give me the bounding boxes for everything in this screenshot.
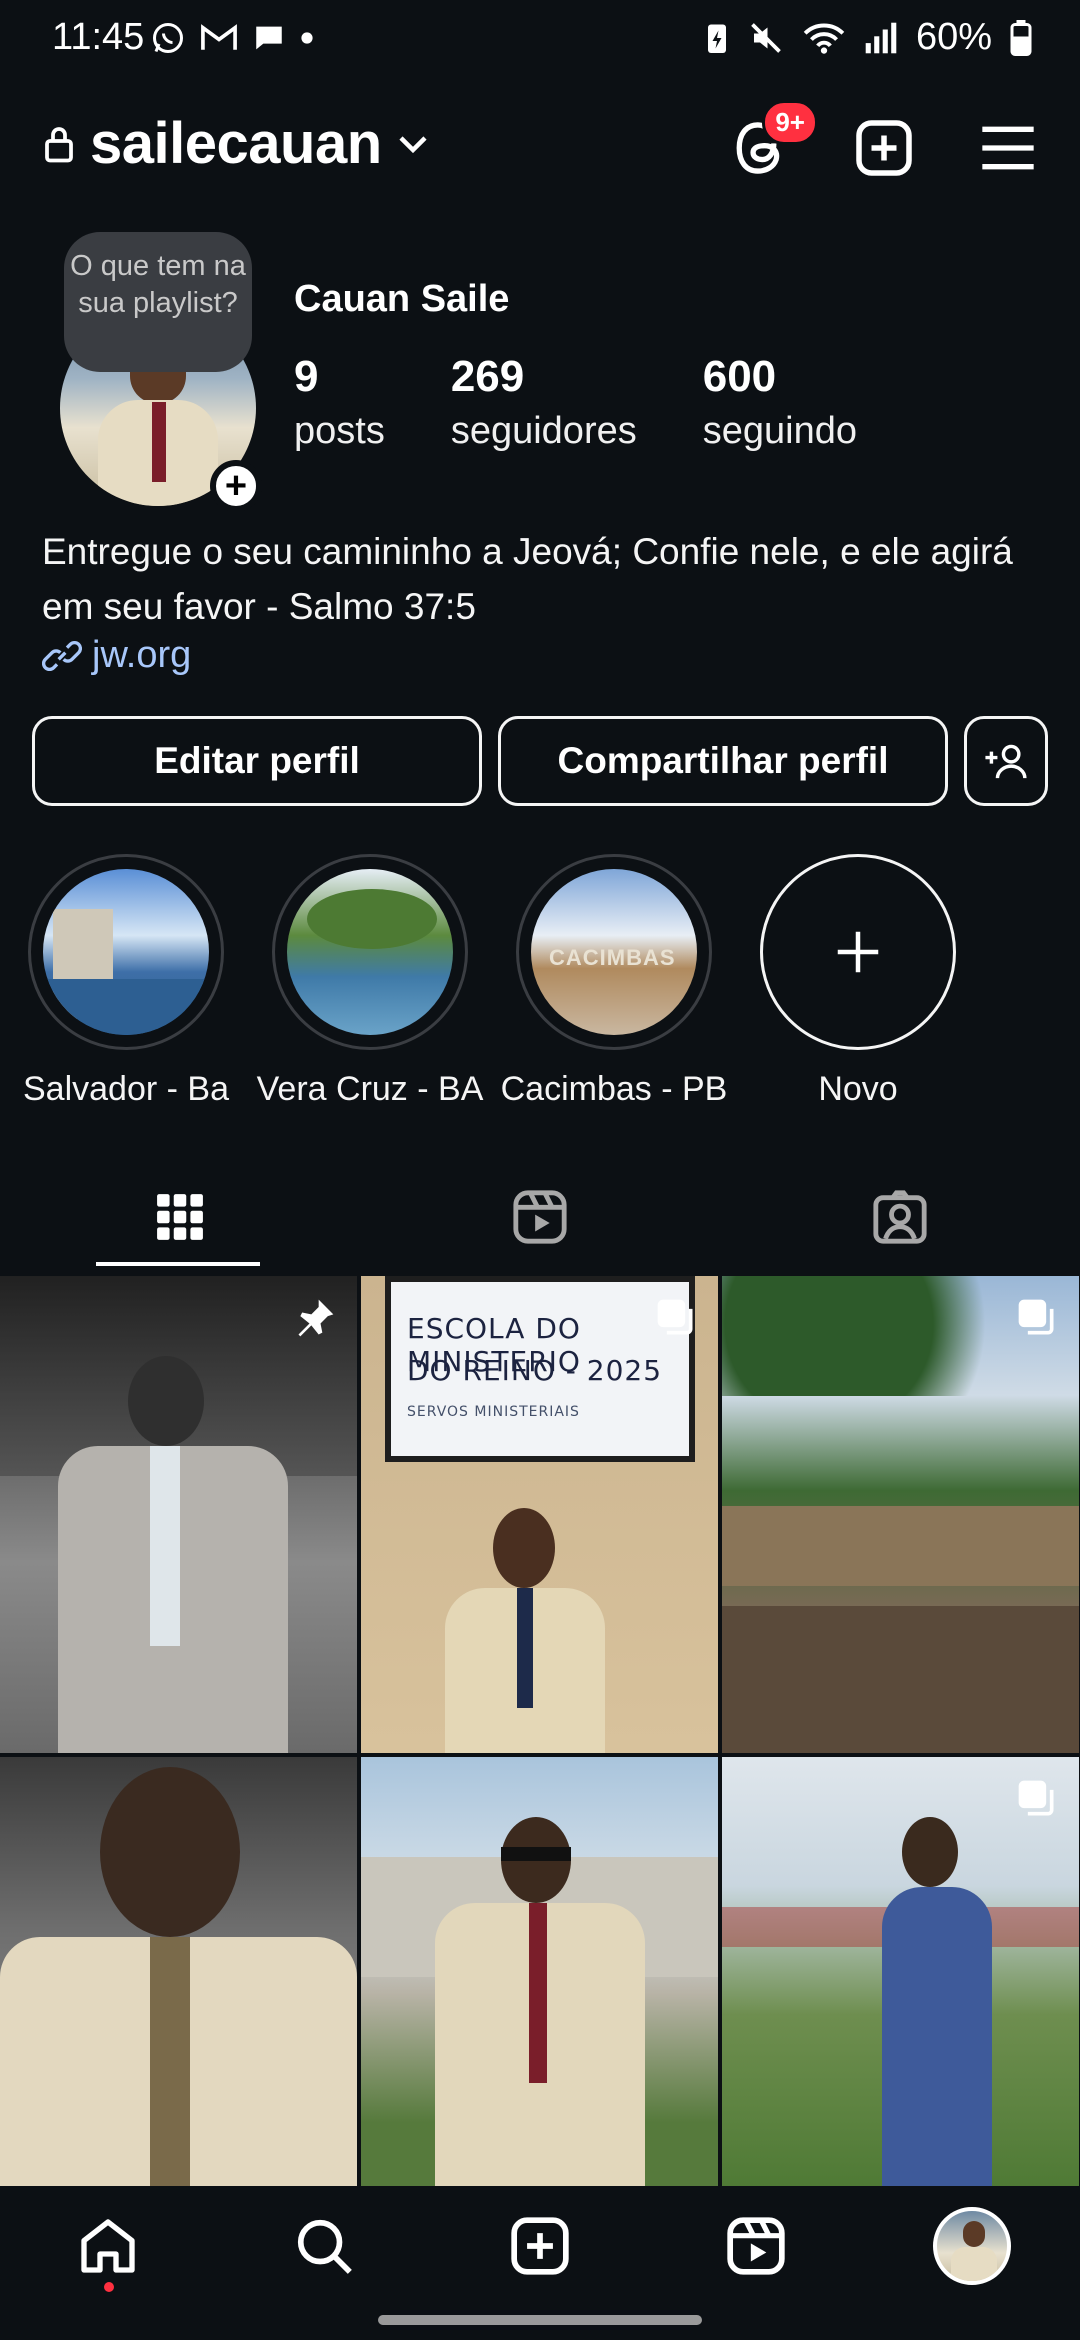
post-thumbnail[interactable] — [0, 1757, 357, 2187]
highlight-label: Novo — [818, 1070, 898, 1108]
pin-icon — [298, 1299, 334, 1337]
note-bubble[interactable]: O que tem na sua playlist? — [64, 232, 252, 372]
highlight-label: Cacimbas - PB — [500, 1070, 728, 1108]
stat-label: seguidores — [450, 410, 637, 452]
link-text: jw.org — [92, 634, 192, 676]
post-thumbnail[interactable] — [361, 1757, 718, 2187]
dot-icon — [301, 32, 313, 44]
post-thumbnail[interactable] — [0, 1276, 357, 1753]
nav-profile[interactable] — [932, 2206, 1012, 2286]
home-indicator[interactable] — [378, 2315, 702, 2325]
profile-avatar — [933, 2207, 1011, 2285]
mute-icon — [751, 22, 781, 53]
tagged-icon — [873, 1190, 927, 1244]
highlight-label: Vera Cruz - BA — [256, 1070, 484, 1108]
highlight-cacimbas[interactable]: CACIMBAS Cacimbas - PB — [501, 854, 727, 1109]
nav-home[interactable] — [68, 2206, 148, 2286]
bottom-navigation — [0, 2186, 1080, 2306]
carousel-icon — [657, 1299, 693, 1335]
share-profile-button[interactable]: Compartilhar perfil — [498, 716, 948, 806]
sign-line: DO REINO - 2025 — [407, 1354, 663, 1387]
highlight-vera-cruz[interactable]: Vera Cruz - BA — [257, 854, 483, 1109]
plus-icon — [837, 931, 879, 973]
post-thumbnail[interactable] — [722, 1276, 1079, 1753]
messages-icon — [256, 26, 282, 50]
status-time: 11:45 — [52, 16, 145, 58]
posts-grid-icon — [157, 1194, 203, 1240]
display-name: Cauan Saile — [294, 278, 510, 320]
battery-percent: 60% — [915, 16, 992, 58]
create-button[interactable] — [848, 112, 920, 184]
stat-value: 269 — [450, 352, 525, 401]
stat-value: 600 — [702, 352, 777, 401]
notification-icons — [150, 20, 314, 56]
add-story-icon[interactable]: + — [210, 460, 262, 512]
discover-people-button[interactable] — [964, 716, 1048, 806]
highlight-ring: CACIMBAS — [516, 854, 712, 1050]
account-switcher[interactable]: sailecauan — [44, 110, 428, 177]
tab-reels[interactable] — [360, 1162, 720, 1272]
profile-tabs — [0, 1162, 1080, 1272]
signal-icon — [865, 22, 897, 53]
threads-button[interactable]: 9+ — [724, 100, 818, 184]
highlight-cover — [43, 869, 209, 1035]
nav-reels[interactable] — [716, 2206, 796, 2286]
header-actions: 9+ — [724, 100, 1044, 184]
create-icon — [511, 2217, 569, 2275]
profile-header: sailecauan 9+ — [0, 100, 1080, 200]
stat-followers[interactable]: 269 seguidores — [451, 352, 637, 453]
battery-saver-icon — [707, 24, 726, 53]
sign-board: ESCOLA DO MINISTERIO DO REINO - 2025 SER… — [385, 1276, 695, 1462]
edit-profile-button[interactable]: Editar perfil — [32, 716, 482, 806]
carousel-icon — [1018, 1780, 1054, 1816]
threads-badge: 9+ — [762, 100, 818, 145]
post-thumbnail[interactable] — [722, 1757, 1079, 2187]
username: sailecauan — [90, 111, 382, 176]
new-highlight-circle — [760, 854, 956, 1050]
profile-stats: 9 posts 269 seguidores 600 seguindo — [294, 352, 923, 453]
nav-create[interactable] — [500, 2206, 580, 2286]
stat-label: seguindo — [702, 410, 857, 452]
reels-icon — [513, 1190, 567, 1244]
post-thumbnail[interactable]: ESCOLA DO MINISTERIO DO REINO - 2025 SER… — [361, 1276, 718, 1753]
tab-posts[interactable] — [0, 1162, 360, 1272]
link-icon — [42, 640, 82, 671]
new-highlight-button[interactable]: Novo — [758, 854, 958, 1109]
gmail-icon — [201, 24, 237, 50]
hamburger-menu-icon — [982, 126, 1034, 170]
cacimbas-sign-text: CACIMBAS — [549, 945, 676, 970]
add-person-icon — [985, 744, 1027, 779]
whatsapp-icon — [153, 23, 183, 53]
highlight-label: Salvador - Ba — [23, 1070, 229, 1108]
bio-text: Entregue o seu camininho a Jeová; Confie… — [42, 531, 1013, 627]
plus-square-icon — [856, 120, 912, 176]
sign-line: SERVOS MINISTERIAIS — [407, 1404, 580, 1420]
notification-dot — [104, 2282, 114, 2292]
highlight-cover — [287, 869, 453, 1035]
lock-icon — [45, 126, 73, 162]
menu-button[interactable] — [972, 112, 1044, 184]
posts-grid: ESCOLA DO MINISTERIO DO REINO - 2025 SER… — [0, 1276, 1080, 2187]
home-icon — [81, 2219, 135, 2273]
highlight-cover: CACIMBAS — [531, 869, 697, 1035]
wifi-icon — [803, 23, 845, 54]
stat-label: posts — [294, 410, 385, 452]
nav-search[interactable] — [284, 2206, 364, 2286]
stat-following[interactable]: 600 seguindo — [703, 352, 857, 453]
highlight-salvador[interactable]: Salvador - Ba — [23, 854, 229, 1109]
stat-value: 9 — [294, 352, 319, 401]
reels-icon — [727, 2217, 785, 2275]
highlight-ring — [28, 854, 224, 1050]
carousel-icon — [1018, 1299, 1054, 1335]
active-tab-indicator — [96, 1262, 260, 1266]
search-icon — [297, 2219, 352, 2274]
tab-tagged[interactable] — [720, 1162, 1080, 1272]
highlight-ring — [272, 854, 468, 1050]
chevron-down-icon — [399, 135, 427, 153]
bio-link[interactable]: jw.org — [42, 634, 191, 677]
system-status: 60% — [704, 16, 1032, 59]
battery-icon — [1010, 19, 1032, 56]
stat-posts[interactable]: 9 posts — [294, 352, 385, 453]
status-bar: 11:45 60% — [0, 0, 1080, 80]
